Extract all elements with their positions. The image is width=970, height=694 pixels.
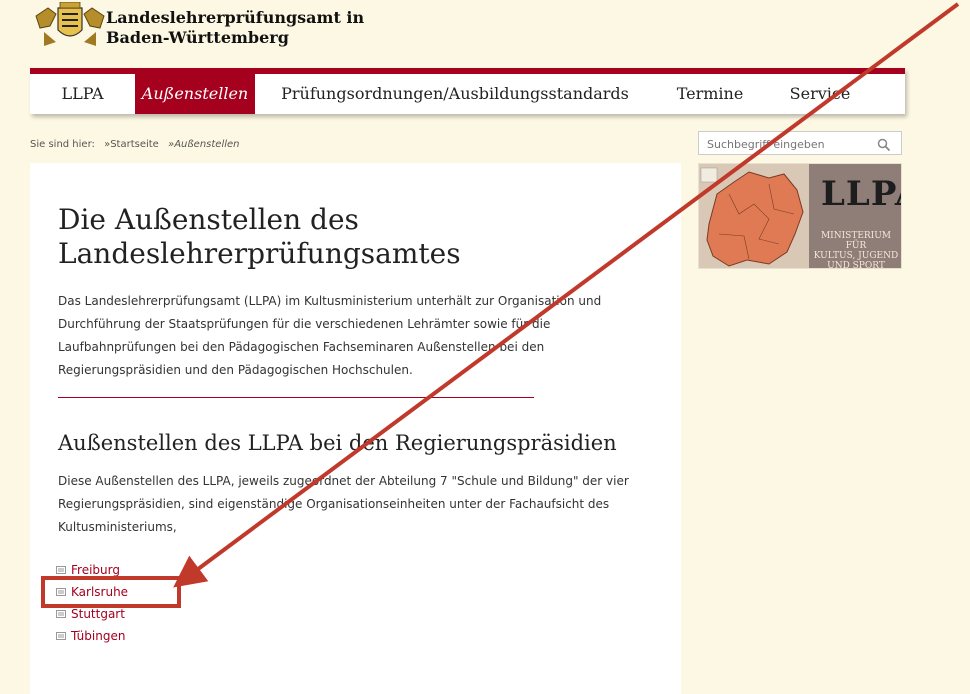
link-stuttgart[interactable]: Stuttgart [56,603,128,625]
site-title[interactable]: Landeslehrerprüfungsamt in Baden-Württem… [106,8,364,48]
search-box [698,131,902,155]
llpa-teaser-image[interactable]: LLPA MINISTERIUM FÜR KULTUS, JUGEND UND … [698,163,902,269]
breadcrumb: Sie sind hier: »Startseite »Außenstellen [30,139,246,150]
document-icon [56,588,66,596]
link-label[interactable]: Karlsruhe [71,585,128,599]
breadcrumb-prefix: Sie sind hier: [30,139,95,150]
main-navigation: LLPA Außenstellen Prüfungsordnungen/Ausb… [30,68,905,114]
nav-item-pruefungsordnungen[interactable]: Prüfungsordnungen/Ausbildungsstandards [255,74,655,114]
link-label[interactable]: Freiburg [71,563,120,577]
state-map-icon [699,164,809,268]
section-heading: Außenstellen des LLPA bei den Regierungs… [58,431,617,455]
document-icon [56,566,66,574]
coat-of-arms-icon[interactable] [30,1,110,48]
site-title-line1: Landeslehrerprüfungsamt in [106,8,365,27]
breadcrumb-home-link[interactable]: »Startseite [104,139,159,150]
nav-item-termine[interactable]: Termine [655,74,765,114]
link-label[interactable]: Tübingen [71,629,125,643]
link-karlsruhe[interactable]: Karlsruhe [56,581,128,603]
link-label[interactable]: Stuttgart [71,607,125,621]
nav-item-llpa[interactable]: LLPA [30,74,135,114]
page-title: Die Außenstellen des Landeslehrerprüfung… [58,203,461,270]
link-tuebingen[interactable]: Tübingen [56,625,128,647]
nav-item-aussenstellen[interactable]: Außenstellen [135,74,255,114]
divider [58,397,534,398]
link-freiburg[interactable]: Freiburg [56,559,128,581]
ministry-sign: MINISTERIUM FÜR KULTUS, JUGEND UND SPORT [811,231,901,269]
office-links-list: Freiburg Karlsruhe Stuttgart Tübingen [56,559,128,647]
main-content: Die Außenstellen des Landeslehrerprüfung… [30,163,681,694]
document-icon [56,610,66,618]
ministry-sign-line2: KULTUS, JUGEND [813,251,899,261]
ministry-sign-line3: UND SPORT [827,261,885,269]
ministry-sign-line1: MINISTERIUM FÜR [820,231,892,251]
search-input[interactable] [705,135,869,153]
search-icon[interactable] [877,137,891,152]
nav-item-service[interactable]: Service [765,74,875,114]
document-icon [56,632,66,640]
intro-paragraph: Das Landeslehrerprüfungsamt (LLPA) im Ku… [58,294,602,377]
breadcrumb-current: »Außenstellen [168,139,240,150]
section-paragraph: Diese Außenstellen des LLPA, jeweils zug… [58,474,629,534]
site-title-line2: Baden-Württemberg [106,28,289,47]
llpa-sign-text: LLPA [821,174,901,214]
